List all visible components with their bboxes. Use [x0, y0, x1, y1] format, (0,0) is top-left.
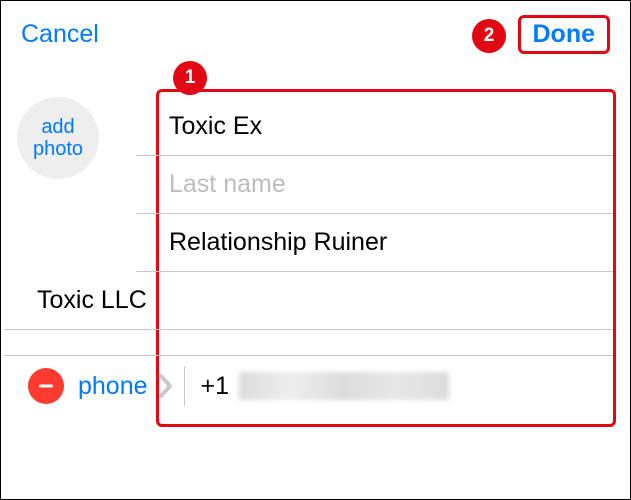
remove-phone-button[interactable]	[28, 368, 64, 404]
phone-row: phone +1	[4, 356, 613, 424]
add-photo-label-line2: photo	[33, 138, 83, 160]
phone-prefix: +1	[201, 372, 230, 401]
nickname-field[interactable]: Relationship Ruiner	[136, 214, 613, 272]
minus-icon	[37, 377, 55, 395]
divider	[184, 366, 185, 406]
phone-number-redacted	[239, 372, 449, 400]
callout-badge-1: 1	[173, 61, 207, 95]
callout-badge-2: 2	[472, 19, 506, 53]
phone-number-field[interactable]: +1	[201, 372, 450, 401]
chevron-right-icon[interactable]	[158, 373, 174, 399]
section-spacer	[4, 330, 613, 356]
header: Cancel Done	[1, 1, 630, 64]
add-photo-label-line1: add	[41, 116, 74, 138]
cancel-button[interactable]: Cancel	[21, 20, 99, 49]
contact-fields-callout-box: Toxic Ex Last name Relationship Ruiner T…	[156, 89, 616, 427]
last-name-field[interactable]: Last name	[136, 156, 613, 214]
add-photo-button[interactable]: add photo	[17, 97, 99, 179]
company-field[interactable]: Toxic LLC	[4, 272, 613, 329]
first-name-field[interactable]: Toxic Ex	[136, 98, 613, 156]
done-button[interactable]: Done	[518, 15, 611, 54]
phone-type-button[interactable]: phone	[78, 372, 148, 401]
